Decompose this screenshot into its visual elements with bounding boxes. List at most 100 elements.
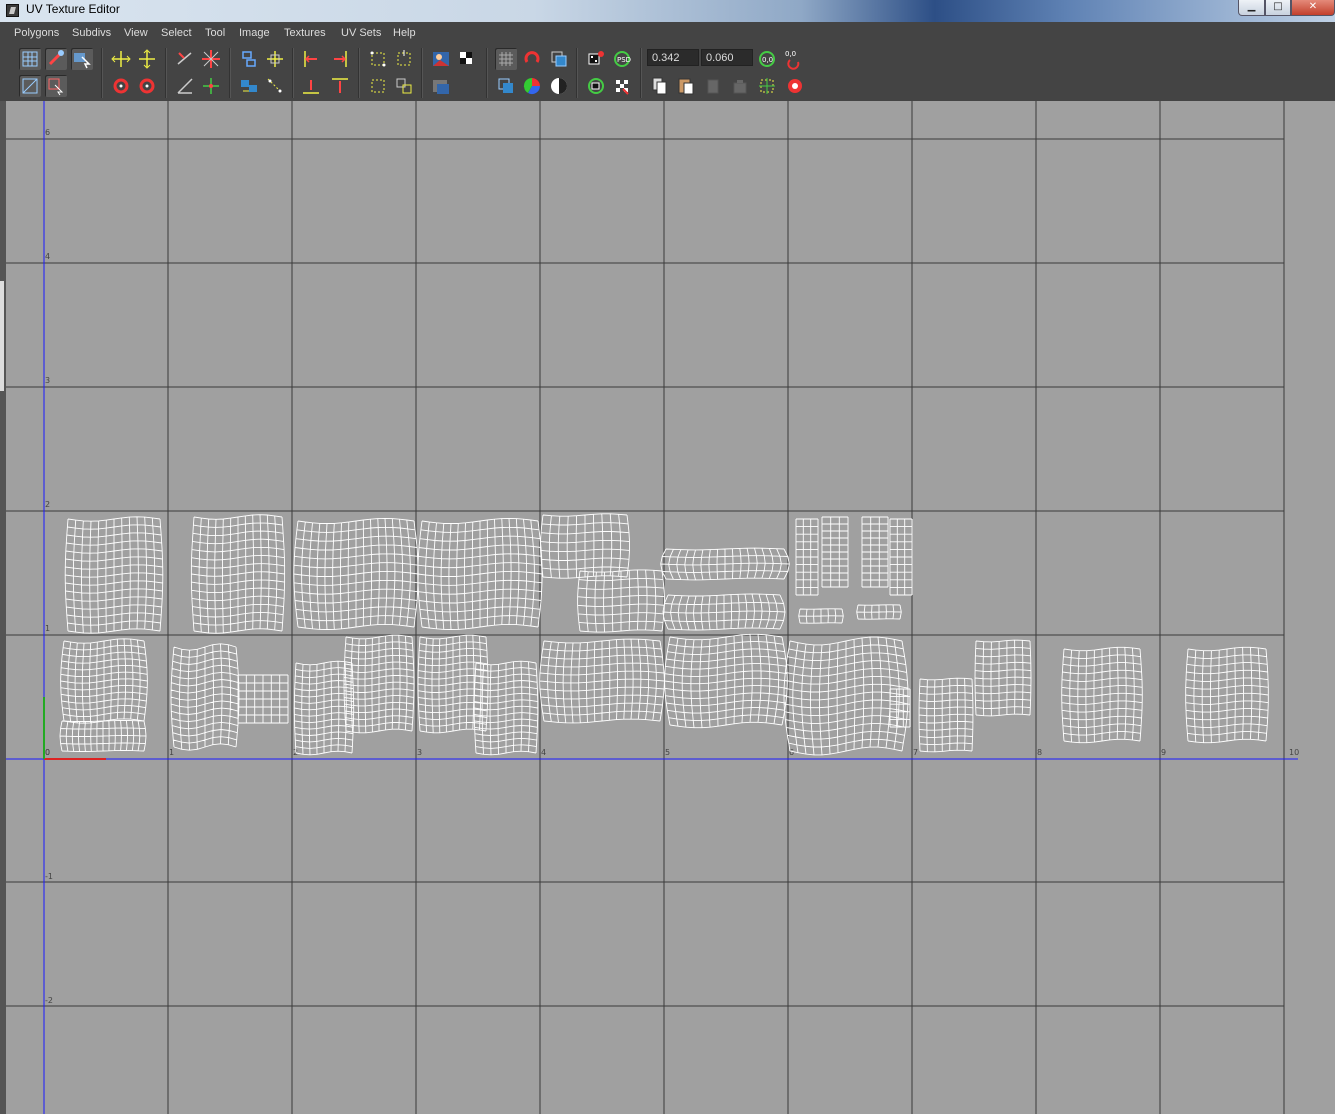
paste-v-icon[interactable] — [729, 75, 751, 97]
align-top-icon[interactable] — [329, 75, 351, 97]
cycle-uv-sets-icon[interactable] — [756, 75, 778, 97]
move-and-sew-icon[interactable] — [264, 48, 286, 70]
title-bar[interactable]: UV Texture Editor ▁ □ ✕ — [0, 0, 1335, 22]
uv-shell-torso-back-1[interactable] — [293, 518, 419, 630]
uv-shell-hips[interactable] — [783, 636, 909, 756]
uv-shell-face-neck[interactable] — [59, 720, 147, 752]
uv-shell-upper-body-a[interactable] — [540, 513, 630, 579]
unfold-uvs-icon[interactable] — [393, 48, 415, 70]
uv-shell-hand-right-b[interactable] — [473, 660, 539, 756]
paste-u-icon[interactable] — [702, 75, 724, 97]
uv-shell-torso-back-2[interactable] — [417, 518, 543, 630]
uv-shell-torso-front[interactable] — [539, 638, 665, 724]
uv-shell-chest-b[interactable] — [662, 593, 786, 631]
move-uv-shell-tool-icon[interactable] — [45, 48, 67, 70]
uv-shell-upper-body-b[interactable] — [577, 569, 665, 633]
menu-tool[interactable]: Tool — [205, 27, 225, 39]
uv-readout-1: 0,0 — [762, 56, 773, 64]
relative-transform-icon[interactable]: 0,0 — [782, 48, 804, 70]
rotate-ccw-icon[interactable] — [110, 75, 132, 97]
menu-polygons[interactable]: Polygons — [14, 27, 59, 39]
uv-shell-feet-f[interactable] — [856, 604, 902, 620]
image-range-icon[interactable] — [495, 75, 517, 97]
split-uvs-icon[interactable] — [174, 75, 196, 97]
relax-uvs-icon[interactable] — [393, 75, 415, 97]
uv-lattice-tool-icon[interactable] — [19, 48, 41, 70]
layout-uvs-icon[interactable] — [238, 75, 260, 97]
uv-wireframe — [417, 634, 489, 734]
uv-smudge-tool-icon[interactable] — [19, 75, 41, 97]
grid-uvs-icon[interactable] — [367, 48, 389, 70]
flip-u-icon[interactable] — [110, 48, 132, 70]
toolbar-separator — [165, 48, 167, 98]
normalize-uvs-icon[interactable] — [264, 75, 286, 97]
uv-shell-body-back-2[interactable] — [190, 514, 286, 634]
close-button[interactable]: ✕ — [1291, 0, 1335, 16]
refresh-uv-values-icon[interactable]: 0,0 — [756, 48, 778, 70]
uv-shell-feet-c[interactable] — [861, 516, 889, 588]
menu-select[interactable]: Select — [161, 27, 192, 39]
uv-texture-editor-window: UV Texture Editor ▁ □ ✕ Polygons Subdivs… — [0, 0, 1335, 1114]
minimize-button[interactable]: ▁ — [1238, 0, 1265, 16]
menu-subdivs[interactable]: Subdivs — [72, 27, 111, 39]
menu-view[interactable]: View — [124, 27, 148, 39]
sew-uv-edges-icon[interactable] — [238, 48, 260, 70]
uv-shell-leg-lower-left[interactable] — [974, 639, 1032, 717]
uv-shell-feet-d[interactable] — [889, 518, 913, 596]
v-tick-label: 1 — [45, 624, 50, 633]
display-image-icon[interactable] — [430, 48, 452, 70]
uv-shell-leg-lower-right-a[interactable] — [1061, 646, 1143, 744]
resize-handle[interactable] — [0, 281, 4, 391]
delete-uvs-icon[interactable] — [784, 75, 806, 97]
psd-network-icon[interactable]: PSD — [611, 48, 633, 70]
uv-shell-hand-right-a[interactable] — [417, 634, 489, 734]
update-psd-icon[interactable] — [585, 48, 607, 70]
checker-icon[interactable] — [456, 48, 478, 70]
uv-shell-chest-a[interactable] — [660, 547, 790, 581]
uv-shell-feet-a[interactable] — [795, 518, 819, 596]
uv-shell-body-back-1[interactable] — [64, 516, 164, 634]
snap-icon[interactable] — [521, 48, 543, 70]
select-shortest-edge-icon[interactable] — [45, 75, 67, 97]
uv-wireframe — [861, 516, 889, 588]
rotate-cw-icon[interactable] — [136, 75, 158, 97]
uv-shell-feet-e[interactable] — [798, 608, 844, 624]
dim-image-icon[interactable] — [430, 75, 452, 97]
psd-update-icon[interactable] — [585, 75, 607, 97]
align-left-icon[interactable] — [300, 48, 322, 70]
rgb-channels-icon[interactable] — [521, 75, 543, 97]
uv-viewport[interactable]: 6 4 3 2 1 0 -1 -2 0 1 2 3 4 5 6 7 8 9 10 — [6, 101, 1335, 1114]
menu-help[interactable]: Help — [393, 27, 416, 39]
align-bottom-icon[interactable] — [300, 75, 322, 97]
uv-shell-shoulders[interactable] — [664, 633, 788, 729]
paste-uvs-icon[interactable] — [675, 75, 697, 97]
uv-shell-face[interactable] — [60, 638, 148, 724]
uv-wireframe — [293, 518, 419, 630]
tweak-uv-tool-icon[interactable] — [71, 48, 93, 70]
maximize-button[interactable]: □ — [1265, 0, 1291, 16]
uv-shell-feet-b[interactable] — [821, 516, 849, 588]
rotate-uv-icon[interactable] — [174, 48, 196, 70]
svg-text:PSD: PSD — [617, 56, 631, 64]
merge-uvs-icon[interactable] — [200, 75, 222, 97]
uv-shell-leg-lower-right-b[interactable] — [1185, 646, 1269, 744]
uv-shell-head-side-b[interactable] — [237, 674, 289, 724]
uv-shell-head-side[interactable] — [170, 643, 240, 751]
flip-v-icon[interactable] — [136, 48, 158, 70]
toggle-grid-icon[interactable] — [495, 48, 517, 70]
v-coordinate-field[interactable] — [701, 49, 753, 66]
uv-shell-hand-left-b[interactable] — [343, 634, 415, 734]
straighten-uvs-icon[interactable] — [367, 75, 389, 97]
menu-uv-sets[interactable]: UV Sets — [341, 27, 381, 39]
shaded-uv-icon[interactable] — [548, 48, 570, 70]
menu-image[interactable]: Image — [239, 27, 270, 39]
u-coordinate-field[interactable] — [647, 49, 699, 66]
uv-shell-leg-upper[interactable] — [918, 677, 974, 753]
toolbar-separator — [292, 48, 294, 98]
cut-uv-edges-icon[interactable] — [200, 48, 222, 70]
menu-textures[interactable]: Textures — [284, 27, 326, 39]
copy-uvs-icon[interactable] — [649, 75, 671, 97]
alpha-channel-icon[interactable] — [548, 75, 570, 97]
align-right-icon[interactable] — [329, 48, 351, 70]
checker-tiles-icon[interactable] — [611, 75, 633, 97]
